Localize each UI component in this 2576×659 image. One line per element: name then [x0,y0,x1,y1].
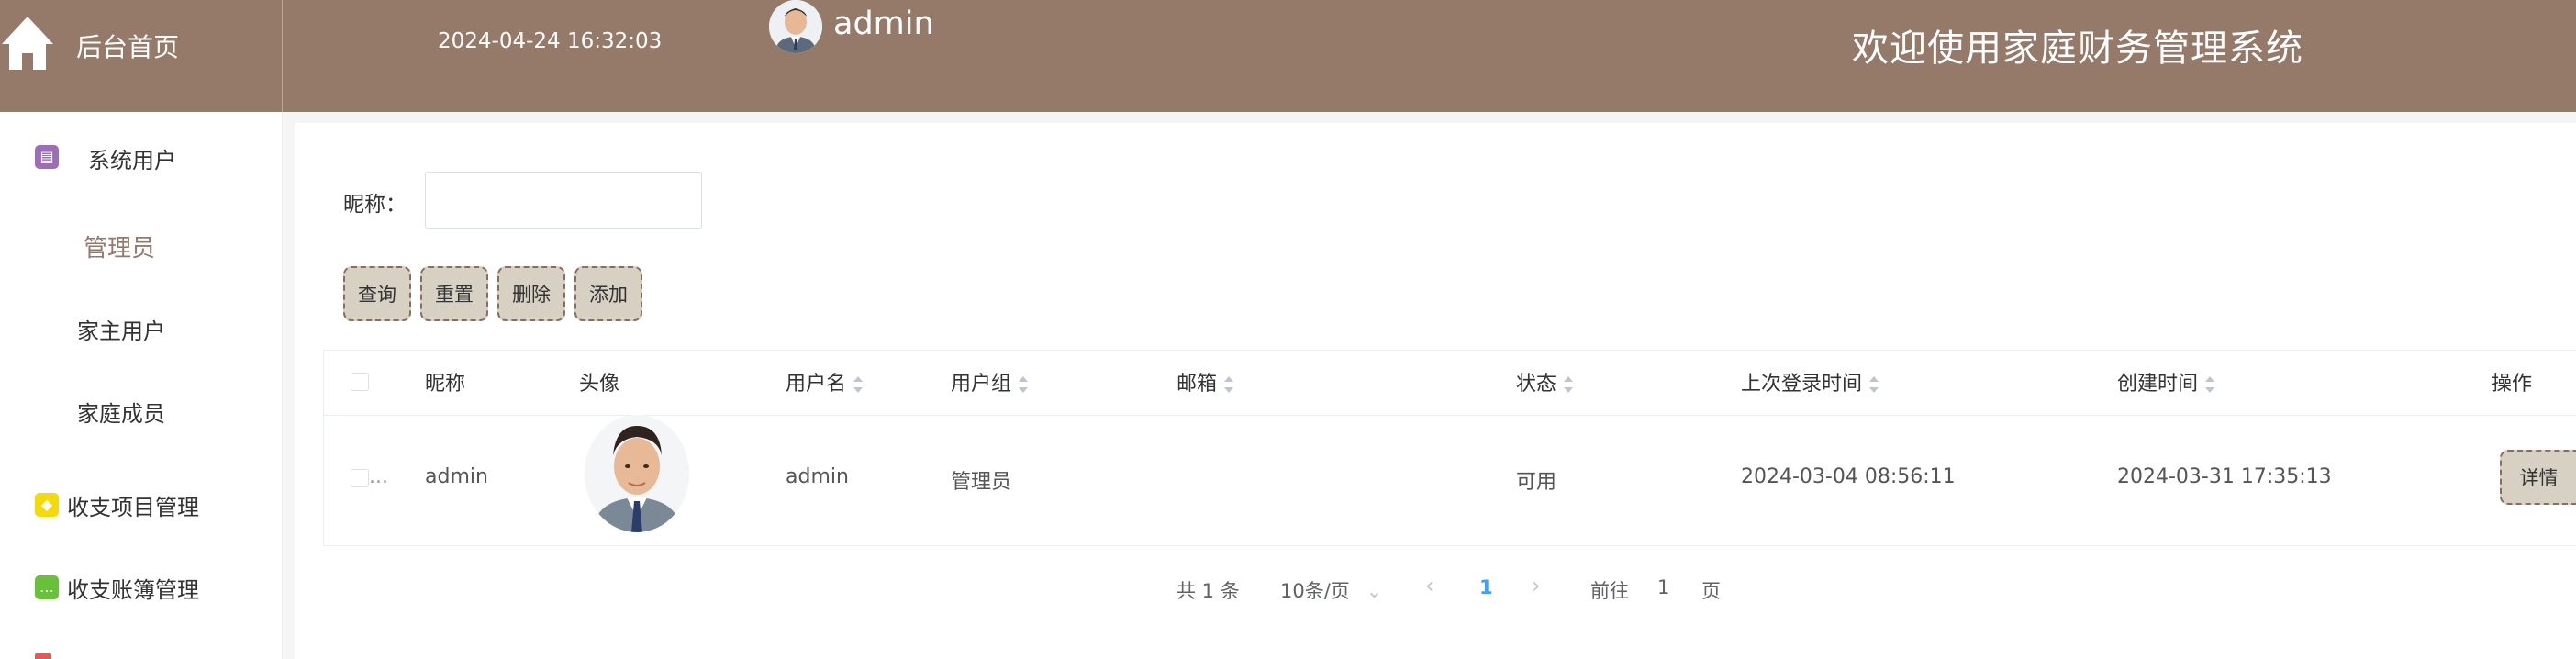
sidebar-item-income-expense-items[interactable]: ◆ 收支项目管理 [0,477,282,532]
cell-nickname: admin [425,465,488,488]
goto-page-input[interactable]: 1 [1657,576,1669,598]
header-divider [323,415,2576,416]
column-header-avatar: 头像 [579,373,620,396]
home-link[interactable]: 后台首页 [0,0,283,112]
cell-status: 可用 [1516,471,1557,494]
archive-icon: ▤ [35,145,59,169]
column-header-status[interactable]: 状态 [1516,367,1574,397]
sidebar-item-label: 家庭成员 [77,400,165,427]
sidebar-item-label: 收支账簿管理 [67,576,199,603]
sidebar-item-ledger[interactable]: … 收支账簿管理 [0,560,282,615]
select-all-checkbox[interactable] [351,373,369,391]
column-header-created[interactable]: 创建时间 [2117,367,2215,397]
column-header-actions: 操作 [2492,373,2533,396]
current-page[interactable]: 1 [1479,576,1493,598]
top-header: 后台首页 2024-04-24 16:32:03 admin 欢迎使用家庭财务管… [0,0,2576,112]
home-label: 后台首页 [76,32,180,62]
chevron-down-icon: ⌄ [1366,580,1383,602]
next-page-icon[interactable]: › [1532,573,1541,598]
row-checkbox[interactable] [351,469,369,487]
person-avatar-icon [769,0,822,53]
person-avatar-icon [585,415,689,532]
nickname-filter-input[interactable] [425,172,702,229]
cell-last-login: 2024-03-04 08:56:11 [1741,465,1956,488]
sidebar-item-label: 系统用户 [88,147,176,173]
pagination-total: 共 1 条 [1176,580,1240,602]
sidebar-item-label: 收支项目管理 [67,494,199,520]
sort-icon[interactable] [1869,376,1879,393]
sort-icon[interactable] [1564,376,1574,393]
nickname-filter-label: 昵称： [343,193,407,217]
sidebar-item-system-users[interactable]: ▤ 系统用户 [0,130,282,185]
next-menu-icon [35,653,51,659]
sidebar-item-householder[interactable]: 家主用户 [0,301,282,356]
user-avatar[interactable] [769,0,822,53]
column-header-last-login[interactable]: 上次登录时间 [1741,367,1879,397]
page-size-select[interactable]: 10条/页 ⌄ [1280,576,1382,604]
cube-icon: ◆ [35,493,59,517]
delete-button[interactable]: 删除 [497,266,565,321]
site-title: 欢迎使用家庭财务管理系统 [1852,28,2303,70]
row-checkbox-overflow: ... [369,465,388,488]
sort-icon[interactable] [1019,376,1029,393]
add-button[interactable]: 添加 [574,266,642,321]
column-header-nickname: 昵称 [425,373,466,396]
cell-avatar [585,415,689,532]
sidebar-item-admin[interactable]: 管理员 [0,218,282,274]
sort-icon[interactable] [1224,376,1234,393]
reset-button[interactable]: 重置 [420,266,488,321]
query-button[interactable]: 查询 [343,266,411,321]
goto-suffix: 页 [1701,580,1721,602]
cell-group: 管理员 [951,471,1012,494]
sidebar-item-family-members[interactable]: 家庭成员 [0,384,282,439]
cell-created: 2024-03-31 17:35:13 [2117,465,2332,488]
column-header-email[interactable]: 邮箱 [1176,367,1234,397]
sidebar-item-label: 管理员 [84,234,156,262]
cell-username: admin [786,465,849,488]
sort-icon[interactable] [2205,376,2215,393]
detail-button[interactable]: 详情 [2500,450,2576,505]
prev-page-icon[interactable]: ‹ [1425,573,1434,598]
home-icon [2,17,53,70]
username-label[interactable]: admin [833,6,934,42]
goto-prefix: 前往 [1590,580,1629,602]
column-header-group[interactable]: 用户组 [951,367,1029,397]
sort-icon[interactable] [853,376,864,393]
column-header-username[interactable]: 用户名 [786,367,864,397]
current-datetime: 2024-04-24 16:32:03 [438,29,663,53]
sidebar-item-label: 家主用户 [77,318,165,344]
chat-icon: … [35,575,59,599]
